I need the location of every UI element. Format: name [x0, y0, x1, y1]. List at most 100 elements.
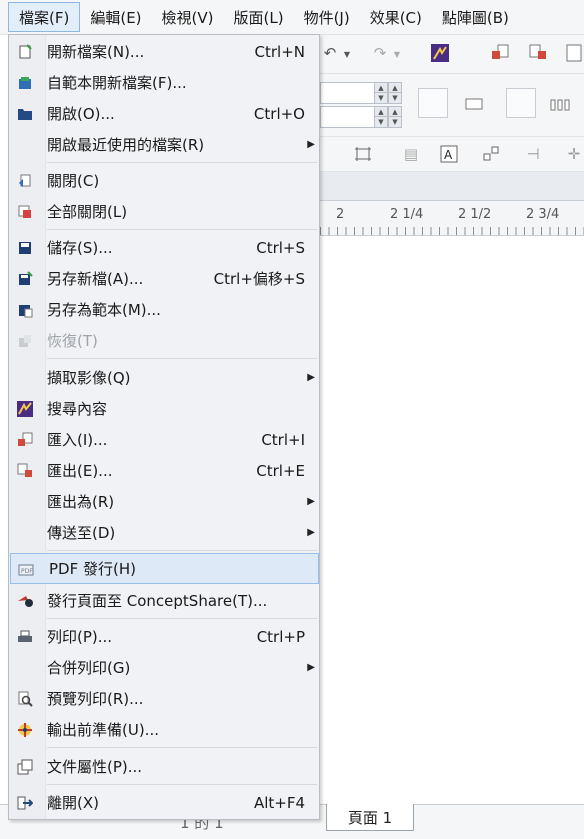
export-icon[interactable]: [526, 41, 550, 65]
menu-item-shortcut: Ctrl+N: [254, 42, 305, 61]
application-launcher-icon[interactable]: [564, 41, 584, 65]
ruler-label: 2: [336, 207, 345, 222]
menu-separator: [47, 550, 317, 551]
file-menu-dropdown: 開新檔案(N)... Ctrl+N 自範本開新檔案(F)... 開啟(O)...…: [8, 34, 320, 820]
menu-item-label: 文件屬性(P)...: [47, 758, 143, 776]
menu-item-label: 合併列印(G): [47, 659, 131, 677]
menu-item-label: 搜尋內容: [47, 400, 108, 418]
standard-toolbar: ↶ ▼ ↷ ▼: [320, 35, 584, 74]
menu-layout[interactable]: 版面(L): [224, 2, 294, 32]
menu-item-shortcut: Ctrl+E: [256, 461, 305, 480]
save-as-icon: [15, 269, 35, 289]
menu-item-save-as-template[interactable]: 另存為範本(M)...: [9, 294, 319, 325]
portrait-button[interactable]: [418, 88, 448, 118]
menu-item-import[interactable]: 匯入(I)... Ctrl+I: [9, 424, 319, 455]
conceptshare-icon: [15, 591, 35, 611]
spin-down-icon[interactable]: ▼: [374, 116, 388, 128]
menu-item-print[interactable]: 列印(P)... Ctrl+P: [9, 621, 319, 652]
menu-item-open[interactable]: 開啟(O)... Ctrl+O: [9, 98, 319, 129]
menu-item-document-properties[interactable]: 文件屬性(P)...: [9, 751, 319, 782]
menu-item-export[interactable]: 匯出(E)... Ctrl+E: [9, 455, 319, 486]
landscape-icon[interactable]: [462, 94, 486, 114]
redo-icon[interactable]: ↷: [370, 43, 390, 63]
undo-icon[interactable]: ↶: [320, 43, 340, 63]
ruler-ticks: [320, 227, 584, 235]
undo-dropdown-icon[interactable]: ▼: [342, 47, 352, 61]
menu-item-send-to[interactable]: 傳送至(D) ▶: [9, 517, 319, 548]
spin-down-icon[interactable]: ▼: [388, 92, 402, 104]
pdf-icon: PDF: [17, 560, 37, 580]
spin-down-icon[interactable]: ▼: [374, 92, 388, 104]
menu-item-new-from-template[interactable]: 自範本開新檔案(F)...: [9, 67, 319, 98]
align-center-icon[interactable]: ✛: [564, 143, 584, 165]
page-height-field[interactable]: [320, 106, 376, 128]
menu-item-export-for[interactable]: 匯出為(R) ▶: [9, 486, 319, 517]
menu-item-shortcut: Ctrl+I: [261, 430, 305, 449]
submenu-arrow-icon: ▶: [307, 527, 315, 538]
menu-effects[interactable]: 效果(C): [360, 2, 432, 32]
current-page-icon[interactable]: [548, 94, 572, 114]
menu-separator: [47, 229, 317, 230]
menu-item-close-all[interactable]: 全部關閉(L): [9, 196, 319, 227]
align-left-icon[interactable]: ⊣: [520, 143, 546, 165]
menu-item-label: 列印(P)...: [47, 628, 113, 646]
new-document-icon: [15, 42, 35, 62]
svg-text:A: A: [444, 148, 453, 162]
menu-item-label: 匯出為(R): [47, 493, 115, 511]
menu-edit[interactable]: 編輯(E): [80, 2, 151, 32]
menu-item-label: 匯出(E)...: [47, 462, 113, 480]
menu-item-save-as[interactable]: 另存新檔(A)... Ctrl+偏移+S: [9, 263, 319, 294]
open-folder-icon: [15, 104, 35, 124]
menu-item-publish-pdf[interactable]: PDF PDF 發行(H): [10, 553, 319, 584]
menu-item-shortcut: Ctrl+偏移+S: [213, 270, 305, 288]
menu-item-label: 另存新檔(A)...: [47, 270, 144, 288]
drawing-canvas[interactable]: [320, 236, 584, 804]
submenu-arrow-icon: ▶: [307, 139, 315, 150]
import-icon: [15, 430, 35, 450]
exit-icon: [15, 793, 35, 813]
menu-item-label: 預覽列印(R)...: [47, 690, 144, 708]
spin-down-icon[interactable]: ▼: [388, 116, 402, 128]
menu-item-search-content[interactable]: 搜尋內容: [9, 393, 319, 424]
revert-icon: [15, 331, 35, 351]
menu-separator: [47, 618, 317, 619]
column-icon[interactable]: [352, 143, 374, 165]
menu-item-open-recent[interactable]: 開啟最近使用的檔案(R) ▶: [9, 129, 319, 160]
menu-item-print-merge[interactable]: 合併列印(G) ▶: [9, 652, 319, 683]
printer-icon: [15, 627, 35, 647]
search-content-icon[interactable]: [428, 41, 452, 65]
menu-item-print-preview[interactable]: 預覽列印(R)...: [9, 683, 319, 714]
menu-item-shortcut: Ctrl+P: [256, 627, 305, 646]
redo-dropdown-icon[interactable]: ▼: [392, 47, 402, 61]
export-icon: [15, 461, 35, 481]
save-icon: [15, 238, 35, 258]
ruler-label: 2 1/4: [390, 207, 424, 222]
menu-item-label: 離開(X): [47, 794, 99, 812]
menu-item-label: 開啟最近使用的檔案(R): [47, 136, 205, 154]
menu-item-label: 擷取影像(Q): [47, 369, 131, 387]
menu-item-new[interactable]: 開新檔案(N)... Ctrl+N: [9, 36, 319, 67]
import-icon[interactable]: [488, 41, 512, 65]
menu-item-publish-conceptshare[interactable]: 發行頁面至 ConceptShare(T)...: [9, 585, 319, 616]
menu-file[interactable]: 檔案(F): [8, 2, 81, 32]
menu-item-shortcut: Alt+F4: [253, 793, 305, 812]
menu-item-prepress[interactable]: 輸出前準備(U)...: [9, 714, 319, 745]
menu-item-shortcut: Ctrl+S: [256, 238, 305, 257]
menu-item-label: 儲存(S)...: [47, 239, 113, 257]
menu-object[interactable]: 物件(J): [294, 2, 360, 32]
menu-item-label: 自範本開新檔案(F)...: [47, 74, 187, 92]
menu-item-acquire-image[interactable]: 擷取影像(Q) ▶: [9, 362, 319, 393]
text-frame-icon[interactable]: ▤: [400, 143, 422, 165]
menu-view[interactable]: 檢視(V): [152, 2, 224, 32]
menu-bitmaps[interactable]: 點陣圖(B): [432, 2, 519, 32]
node-icon[interactable]: [480, 143, 502, 165]
ruler-label: 2 1/2: [458, 207, 492, 222]
menu-item-label: 匯入(I)...: [47, 431, 108, 449]
menu-item-save[interactable]: 儲存(S)... Ctrl+S: [9, 232, 319, 263]
page-width-field[interactable]: [320, 82, 376, 104]
menu-item-close[interactable]: 關閉(C): [9, 165, 319, 196]
page-tab[interactable]: 頁面 1: [326, 804, 414, 831]
all-pages-button[interactable]: [506, 88, 536, 118]
menu-item-exit[interactable]: 離開(X) Alt+F4: [9, 787, 319, 818]
artistic-text-icon[interactable]: A: [438, 143, 460, 165]
